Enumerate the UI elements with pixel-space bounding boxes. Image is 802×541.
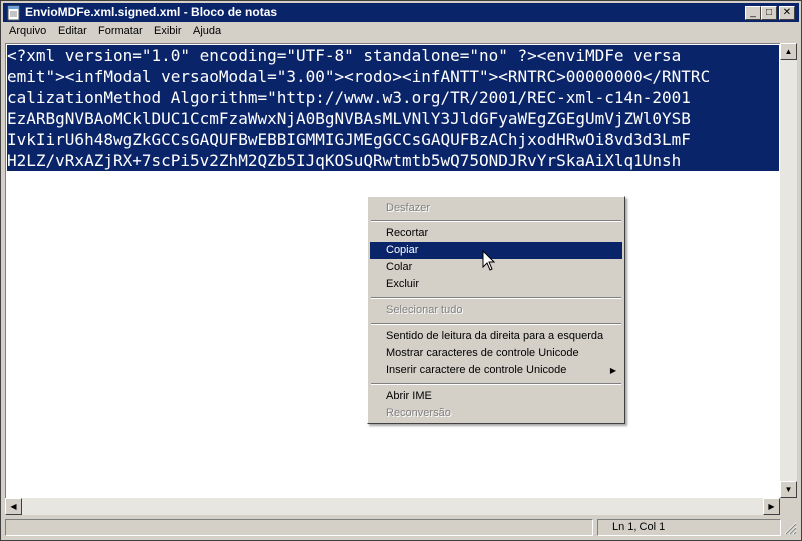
vertical-scrollbar[interactable]: ▲ ▼	[780, 43, 797, 498]
text-line-2: emit"><infModal versaoModal="3.00"><rodo…	[7, 66, 779, 87]
menu-item-insert-unicode[interactable]: Inserir caractere de controle Unicode ▶	[370, 362, 622, 379]
mouse-cursor-icon	[482, 250, 496, 271]
menu-item-reconversion[interactable]: Reconversão	[370, 405, 622, 422]
menu-item-undo[interactable]: Desfazer	[370, 200, 622, 217]
text-line-5: IvkIirU6h48wgZkGCCsGAQUFBwEBBIGMMIGJMEgG…	[7, 129, 779, 150]
scroll-up-icon[interactable]: ▲	[780, 43, 797, 60]
notepad-icon	[7, 5, 20, 21]
menu-item-cut[interactable]: Recortar	[370, 225, 622, 242]
menu-formatar[interactable]: Formatar	[98, 25, 143, 37]
resize-grip-icon[interactable]	[783, 521, 797, 535]
menu-bar: Arquivo Editar Formatar Exibir Ajuda	[3, 23, 799, 41]
menu-separator	[371, 383, 621, 385]
menu-item-copy[interactable]: Copiar	[370, 242, 622, 259]
menu-item-paste[interactable]: Colar	[370, 259, 622, 276]
menu-item-insert-unicode-label: Inserir caractere de controle Unicode	[386, 364, 567, 376]
menu-item-show-unicode[interactable]: Mostrar caracteres de controle Unicode	[370, 345, 622, 362]
menu-editar[interactable]: Editar	[58, 25, 87, 37]
menu-item-select-all[interactable]: Selecionar tudo	[370, 302, 622, 319]
status-panel	[5, 519, 593, 536]
maximize-button[interactable]: □	[761, 6, 777, 20]
title-bar[interactable]: EnvioMDFe.xml.signed.xml - Bloco de nota…	[3, 3, 799, 22]
menu-separator	[371, 220, 621, 222]
status-bar: Ln 1, Col 1	[3, 517, 799, 538]
submenu-arrow-icon: ▶	[609, 366, 616, 375]
menu-exibir[interactable]: Exibir	[154, 25, 182, 37]
menu-item-delete[interactable]: Excluir	[370, 276, 622, 293]
menu-item-open-ime[interactable]: Abrir IME	[370, 388, 622, 405]
text-line-4: EzARBgNVBAoMCklDUC1CcmFzaWwxNjA0BgNVBAsM…	[7, 108, 779, 129]
scrollbar-corner	[780, 498, 797, 515]
text-line-6: H2LZ/vRxAZjRX+7scPi5v2ZhM2QZb5IJqKOSuQRw…	[7, 150, 779, 171]
menu-ajuda[interactable]: Ajuda	[193, 25, 221, 37]
horizontal-scrollbar[interactable]: ◀ ▶	[5, 498, 780, 515]
menu-arquivo[interactable]: Arquivo	[9, 25, 46, 37]
menu-separator	[371, 323, 621, 325]
text-line-1: <?xml version="1.0" encoding="UTF-8" sta…	[7, 45, 779, 66]
context-menu: Desfazer Recortar Copiar Colar Excluir S…	[367, 196, 625, 424]
scroll-left-icon[interactable]: ◀	[5, 498, 22, 515]
scroll-down-icon[interactable]: ▼	[780, 481, 797, 498]
minimize-button[interactable]: _	[745, 6, 761, 20]
text-line-3: calizationMethod Algorithm="http://www.w…	[7, 87, 779, 108]
close-button[interactable]: ✕	[779, 6, 795, 20]
window-title: EnvioMDFe.xml.signed.xml - Bloco de nota…	[25, 5, 278, 19]
menu-separator	[371, 297, 621, 299]
cursor-position: Ln 1, Col 1	[597, 519, 781, 536]
scroll-right-icon[interactable]: ▶	[763, 498, 780, 515]
menu-item-rtl-reading[interactable]: Sentido de leitura da direita para a esq…	[370, 328, 622, 345]
